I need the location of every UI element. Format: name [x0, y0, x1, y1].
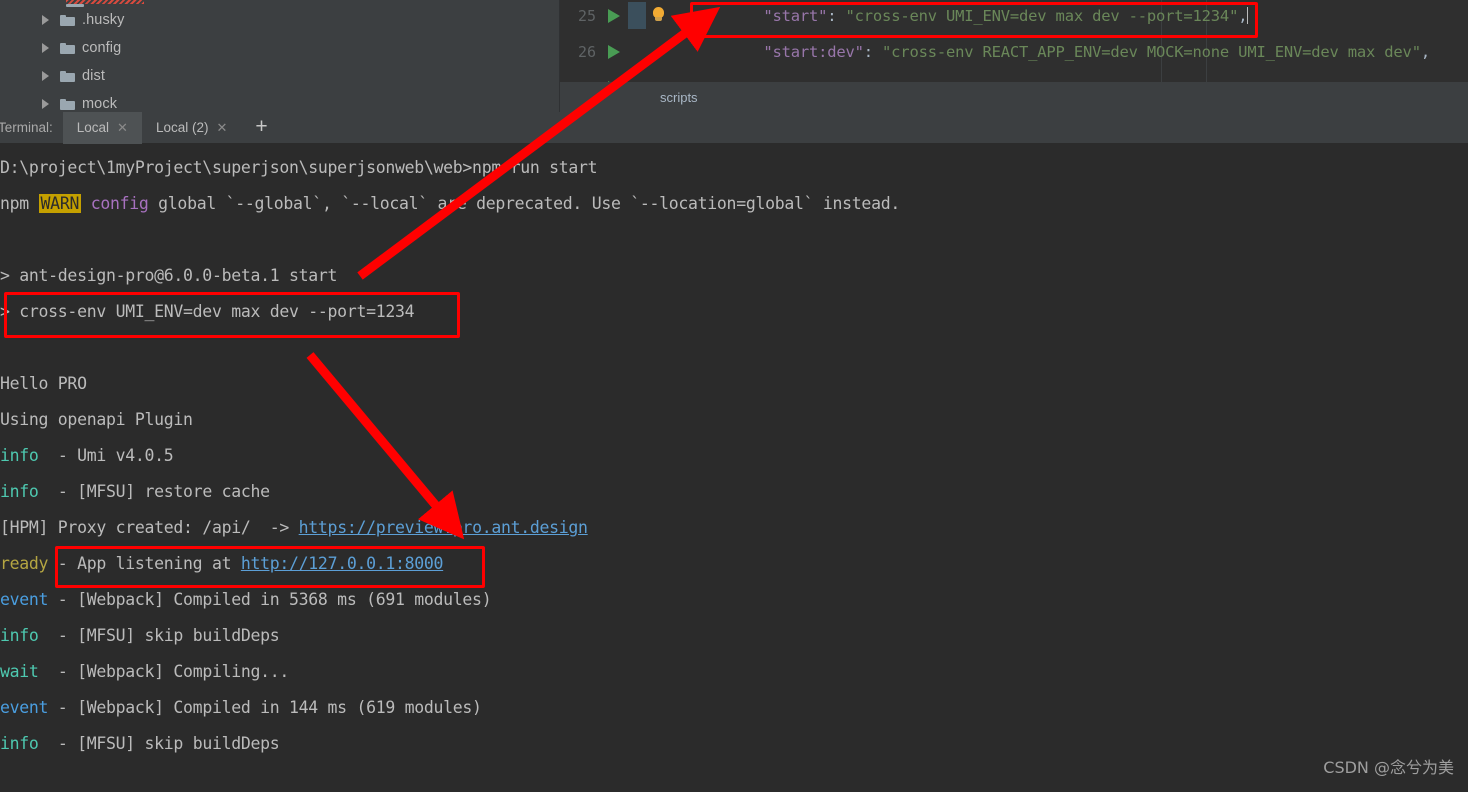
tree-item-mock[interactable]: mock [0, 90, 559, 112]
log-level-wait: wait [0, 662, 39, 681]
terminal-line-skip-builddeps-2: info - [MFSU] skip buildDeps [0, 726, 1468, 762]
line-number: 25 [577, 6, 596, 25]
folder-icon [60, 98, 75, 110]
collapsed-arrow-icon[interactable] [40, 42, 52, 54]
app-url-link[interactable]: http://127.0.0.1:8000 [241, 554, 444, 573]
terminal-tab-title: Local (2) [155, 120, 209, 135]
tree-item-husky[interactable]: .husky [0, 6, 559, 34]
npm-prefix: npm [0, 194, 39, 213]
gutter-marker-column [628, 2, 646, 29]
plus-icon[interactable]: + [241, 116, 281, 137]
terminal-line-umi-version: info - Umi v4.0.5 [0, 438, 1468, 474]
breadcrumb[interactable]: scripts [560, 82, 1468, 112]
json-value: "cross-env REACT_APP_ENV=dev MOCK=none U… [882, 42, 1421, 61]
gutter-marker-column [628, 38, 646, 65]
tree-item-config[interactable]: config [0, 34, 559, 62]
json-key: "start:dev" [763, 42, 864, 61]
log-level-info: info [0, 446, 39, 465]
json-value: "cross-env UMI_ENV=dev max dev --port=12… [845, 6, 1239, 25]
terminal-output[interactable]: D:\project\1myProject\superjson\superjso… [0, 144, 1468, 792]
screenshot-root: .husky config dist mock 25 "start": "cro… [0, 0, 1468, 792]
terminal-panel-label: Terminal: [0, 120, 53, 135]
intention-bulb-column [646, 74, 672, 82]
json-key: "start" [763, 6, 828, 25]
warn-message: global `--global`, `--local` are depreca… [148, 194, 900, 213]
run-script-arrow-icon[interactable] [602, 74, 628, 82]
run-script-arrow-icon[interactable] [602, 2, 628, 29]
tree-item-label: config [82, 40, 122, 56]
terminal-tab-bar: Terminal: Local ✕ Local (2) ✕ + [0, 111, 1468, 144]
log-message: - [Webpack] Compiled in 144 ms (619 modu… [48, 698, 482, 717]
terminal-line-ready: ready - App listening at http://127.0.0.… [0, 546, 1468, 582]
terminal-line-proxy: [HPM] Proxy created: /api/ -> https://pr… [0, 510, 1468, 546]
log-level-event: event [0, 698, 49, 717]
intention-bulb-column[interactable] [646, 2, 672, 29]
json-comma: , [1420, 42, 1430, 61]
line-highlight-marker [628, 2, 646, 29]
gutter-marker-column [628, 74, 646, 82]
folder-icon [60, 14, 75, 26]
log-level-ready: ready [0, 554, 49, 573]
log-message: - [MFSU] restore cache [38, 482, 270, 501]
proxy-message: [HPM] Proxy created: /api/ -> [0, 518, 299, 537]
tree-item-label: .husky [82, 12, 125, 28]
breadcrumb-item-scripts[interactable]: scripts [660, 90, 698, 105]
log-level-info: info [0, 482, 39, 501]
log-message: - App listening at [48, 554, 241, 573]
watermark: CSDN @念兮为美 [1323, 758, 1454, 777]
log-level-info: info [0, 734, 39, 753]
collapsed-arrow-icon[interactable] [40, 70, 52, 82]
terminal-line-compiled-1: event - [Webpack] Compiled in 5368 ms (6… [0, 582, 1468, 618]
warn-scope: config [81, 194, 149, 213]
line-number: 26 [577, 42, 596, 61]
tree-item-dist[interactable]: dist [0, 62, 559, 90]
warn-badge: WARN [38, 194, 82, 213]
terminal-line-warn: npm WARN config global `--global`, `--lo… [0, 186, 1468, 222]
tree-item-label: dist [82, 68, 105, 84]
terminal-line-hello: Hello PRO [0, 374, 87, 393]
json-colon: : [827, 6, 846, 25]
lightbulb-icon[interactable] [653, 7, 664, 21]
terminal-tab-local[interactable]: Local ✕ [62, 111, 142, 144]
project-tree-panel[interactable]: .husky config dist mock [0, 0, 560, 112]
terminal-line-compiling: wait - [Webpack] Compiling... [0, 654, 1468, 690]
json-colon: : [863, 42, 883, 61]
collapsed-arrow-icon[interactable] [40, 98, 52, 110]
terminal-line-mfsu-restore: info - [MFSU] restore cache [0, 474, 1468, 510]
top-zone: .husky config dist mock 25 "start": "cro… [0, 0, 1468, 112]
terminal-line-openapi: Using openapi Plugin [0, 410, 193, 429]
code-line-26[interactable]: 26 "start:dev": "cross-env REACT_APP_ENV… [560, 38, 1468, 65]
log-message: - [Webpack] Compiled in 5368 ms (691 mod… [48, 590, 492, 609]
terminal-tab-local-2[interactable]: Local (2) ✕ [142, 112, 241, 144]
run-script-arrow-icon[interactable] [602, 38, 628, 65]
text-caret [1247, 6, 1249, 24]
terminal-line-package: > ant-design-pro@6.0.0-beta.1 start [0, 266, 338, 285]
log-level-info: info [0, 626, 39, 645]
tree-item-label: mock [82, 96, 118, 112]
close-icon[interactable]: ✕ [117, 120, 128, 136]
folder-icon [60, 42, 75, 54]
log-message: - [MFSU] skip buildDeps [38, 734, 280, 753]
log-message: - Umi v4.0.5 [38, 446, 174, 465]
folder-icon [60, 70, 75, 82]
code-editor-pane[interactable]: 25 "start": "cross-env UMI_ENV=dev max d… [560, 0, 1468, 82]
terminal-line-compiled-2: event - [Webpack] Compiled in 144 ms (61… [0, 690, 1468, 726]
log-message: - [MFSU] skip buildDeps [38, 626, 280, 645]
log-message: - [Webpack] Compiling... [38, 662, 290, 681]
code-line-partial[interactable] [560, 74, 1468, 82]
proxy-target-link[interactable]: https://preview.pro.ant.design [299, 518, 588, 537]
terminal-line-script: > cross-env UMI_ENV=dev max dev --port=1… [0, 302, 415, 321]
close-icon[interactable]: ✕ [216, 120, 227, 136]
json-comma: , [1238, 6, 1248, 25]
terminal-line-command: D:\project\1myProject\superjson\superjso… [0, 158, 598, 177]
log-level-event: event [0, 590, 49, 609]
intention-bulb-column [646, 38, 672, 65]
terminal-tab-title: Local [76, 120, 110, 135]
collapsed-arrow-icon[interactable] [40, 14, 52, 26]
terminal-line-skip-builddeps-1: info - [MFSU] skip buildDeps [0, 618, 1468, 654]
